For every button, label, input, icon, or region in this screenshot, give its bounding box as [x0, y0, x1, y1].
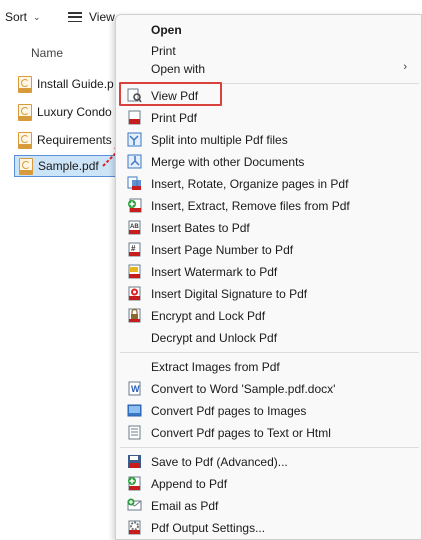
- chevron-right-icon: ›: [403, 61, 407, 73]
- menu-item-label: Decrypt and Unlock Pdf: [151, 331, 278, 345]
- file-item[interactable]: Install Guide.p: [14, 73, 124, 95]
- menu-item-label: Open: [151, 23, 182, 37]
- menu-item-label: Insert Page Number to Pdf: [151, 243, 294, 257]
- menu-item-insert-watermark[interactable]: Insert Watermark to Pdf: [116, 261, 421, 283]
- word-document-icon: W: [128, 381, 141, 396]
- menu-item-save-advanced[interactable]: Save to Pdf (Advanced)...: [116, 451, 421, 473]
- column-header-name[interactable]: Name: [31, 46, 63, 60]
- signature-icon: [128, 286, 141, 301]
- watermark-icon: [128, 264, 141, 279]
- page-number-icon: #: [128, 242, 141, 257]
- menu-item-label: Insert, Rotate, Organize pages in Pdf: [151, 177, 349, 191]
- bates-icon: AB: [128, 220, 141, 235]
- menu-item-label: Print Pdf: [151, 111, 198, 125]
- sort-label: Sort: [5, 10, 28, 24]
- menu-item-label: Extract Images from Pdf: [151, 360, 280, 374]
- menu-item-split[interactable]: Split into multiple Pdf files: [116, 129, 421, 151]
- save-pdf-icon: [128, 455, 141, 468]
- menu-item-label: Pdf Output Settings...: [151, 521, 266, 535]
- menu-item-insert-signature[interactable]: Insert Digital Signature to Pdf: [116, 283, 421, 305]
- pdf-file-icon: [18, 131, 32, 149]
- menu-item-label: Email as Pdf: [151, 499, 219, 513]
- rotate-pages-icon: [127, 176, 141, 190]
- menu-item-extract-images[interactable]: Extract Images from Pdf: [116, 356, 421, 378]
- menu-item-label: Insert Digital Signature to Pdf: [151, 287, 308, 301]
- view-button[interactable]: View: [68, 10, 115, 24]
- file-name: Luxury Condo: [37, 105, 112, 119]
- menu-item-open[interactable]: Open: [116, 19, 421, 41]
- menu-item-decrypt[interactable]: Decrypt and Unlock Pdf: [116, 327, 421, 349]
- menu-item-merge[interactable]: Merge with other Documents: [116, 151, 421, 173]
- menu-item-label: Insert Bates to Pdf: [151, 221, 250, 235]
- highlight-box: [119, 82, 222, 106]
- lock-icon: [128, 308, 141, 323]
- menu-item-append[interactable]: Append to Pdf: [116, 473, 421, 495]
- split-pdf-icon: [127, 132, 142, 147]
- file-item[interactable]: Luxury Condo: [14, 101, 124, 123]
- menu-item-label: Insert Watermark to Pdf: [151, 265, 278, 279]
- list-view-icon: [68, 12, 82, 22]
- print-pdf-icon: [128, 110, 141, 125]
- menu-item-label: Open with: [151, 62, 206, 76]
- menu-item-label: Insert, Extract, Remove files from Pdf: [151, 199, 350, 213]
- merge-pdf-icon: [127, 154, 142, 169]
- menu-separator: [120, 352, 419, 353]
- menu-item-print-pdf[interactable]: Print Pdf: [116, 107, 421, 129]
- menu-item-insert-extract[interactable]: Insert, Extract, Remove files from Pdf: [116, 195, 421, 217]
- pdf-file-icon: [19, 157, 33, 175]
- menu-item-open-with[interactable]: Open with ›: [116, 58, 421, 80]
- menu-item-label: Print: [151, 44, 176, 58]
- gear-icon: [128, 520, 141, 535]
- image-icon: [127, 404, 142, 417]
- menu-item-insert-rotate[interactable]: Insert, Rotate, Organize pages in Pdf: [116, 173, 421, 195]
- menu-item-convert-images[interactable]: Convert Pdf pages to Images: [116, 400, 421, 422]
- menu-item-email[interactable]: Email as Pdf: [116, 495, 421, 517]
- menu-item-label: Convert Pdf pages to Images: [151, 404, 307, 418]
- file-name: Install Guide.p: [37, 77, 114, 91]
- menu-item-insert-page-number[interactable]: # Insert Page Number to Pdf: [116, 239, 421, 261]
- menu-item-convert-word[interactable]: W Convert to Word 'Sample.pdf.docx': [116, 378, 421, 400]
- file-name: Sample.pdf: [38, 159, 99, 173]
- text-document-icon: [128, 425, 141, 440]
- menu-item-label: Convert to Word 'Sample.pdf.docx': [151, 382, 336, 396]
- menu-item-label: Split into multiple Pdf files: [151, 133, 288, 147]
- menu-item-encrypt[interactable]: Encrypt and Lock Pdf: [116, 305, 421, 327]
- menu-item-insert-bates[interactable]: AB Insert Bates to Pdf: [116, 217, 421, 239]
- menu-item-label: Merge with other Documents: [151, 155, 305, 169]
- menu-item-label: Save to Pdf (Advanced)...: [151, 455, 288, 469]
- menu-separator: [120, 447, 419, 448]
- pdf-file-icon: [18, 75, 32, 93]
- chevron-down-icon: ⌄: [33, 11, 41, 22]
- view-label: View: [89, 10, 115, 24]
- extract-files-icon: [128, 198, 142, 213]
- pdf-file-icon: [18, 103, 32, 121]
- svg-text:W: W: [131, 384, 140, 394]
- menu-item-label: Convert Pdf pages to Text or Html: [151, 426, 331, 440]
- sort-button[interactable]: Sort ⌄: [5, 10, 41, 24]
- menu-item-output-settings[interactable]: Pdf Output Settings...: [116, 517, 421, 539]
- menu-item-convert-text[interactable]: Convert Pdf pages to Text or Html: [116, 422, 421, 444]
- svg-text:#: #: [131, 244, 136, 253]
- menu-item-label: Encrypt and Lock Pdf: [151, 309, 266, 323]
- append-pdf-icon: [128, 476, 141, 491]
- svg-text:AB: AB: [130, 224, 139, 230]
- email-icon: [127, 498, 142, 511]
- menu-item-label: Append to Pdf: [151, 477, 228, 491]
